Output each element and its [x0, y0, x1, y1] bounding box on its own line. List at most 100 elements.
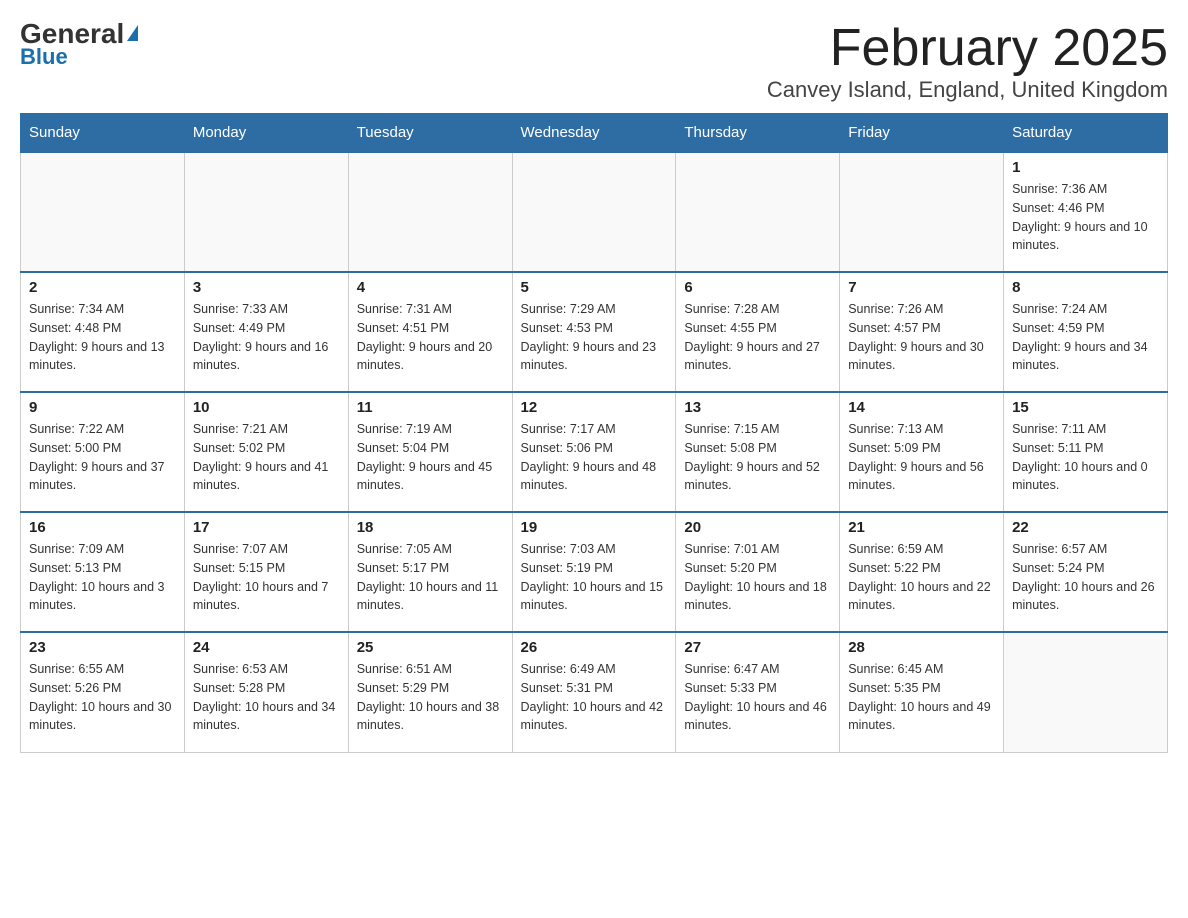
- calendar-cell: 16 Sunrise: 7:09 AMSunset: 5:13 PMDayligh…: [21, 512, 185, 632]
- day-number: 15: [1012, 399, 1159, 416]
- day-info: Sunrise: 7:26 AMSunset: 4:57 PMDaylight:…: [848, 300, 995, 375]
- title-area: February 2025 Canvey Island, England, Un…: [767, 20, 1168, 103]
- calendar-cell: 5 Sunrise: 7:29 AMSunset: 4:53 PMDaylight…: [512, 272, 676, 392]
- day-info: Sunrise: 7:17 AMSunset: 5:06 PMDaylight:…: [521, 420, 668, 495]
- day-info: Sunrise: 7:28 AMSunset: 4:55 PMDaylight:…: [684, 300, 831, 375]
- day-info: Sunrise: 7:34 AMSunset: 4:48 PMDaylight:…: [29, 300, 176, 375]
- calendar-cell: 12 Sunrise: 7:17 AMSunset: 5:06 PMDayligh…: [512, 392, 676, 512]
- calendar-cell: 2 Sunrise: 7:34 AMSunset: 4:48 PMDaylight…: [21, 272, 185, 392]
- calendar-cell: [184, 152, 348, 272]
- day-number: 27: [684, 639, 831, 656]
- calendar-cell: [676, 152, 840, 272]
- calendar-week-2: 2 Sunrise: 7:34 AMSunset: 4:48 PMDaylight…: [21, 272, 1168, 392]
- calendar-cell: [21, 152, 185, 272]
- location-title: Canvey Island, England, United Kingdom: [767, 77, 1168, 103]
- calendar-cell: 27 Sunrise: 6:47 AMSunset: 5:33 PMDayligh…: [676, 632, 840, 752]
- weekday-header-sunday: Sunday: [21, 114, 185, 153]
- day-number: 1: [1012, 159, 1159, 176]
- day-info: Sunrise: 7:19 AMSunset: 5:04 PMDaylight:…: [357, 420, 504, 495]
- day-number: 14: [848, 399, 995, 416]
- calendar-cell: 7 Sunrise: 7:26 AMSunset: 4:57 PMDaylight…: [840, 272, 1004, 392]
- month-title: February 2025: [767, 20, 1168, 77]
- calendar-cell: 20 Sunrise: 7:01 AMSunset: 5:20 PMDayligh…: [676, 512, 840, 632]
- day-number: 26: [521, 639, 668, 656]
- day-info: Sunrise: 7:13 AMSunset: 5:09 PMDaylight:…: [848, 420, 995, 495]
- day-info: Sunrise: 6:47 AMSunset: 5:33 PMDaylight:…: [684, 660, 831, 735]
- day-number: 9: [29, 399, 176, 416]
- calendar-cell: 24 Sunrise: 6:53 AMSunset: 5:28 PMDayligh…: [184, 632, 348, 752]
- day-number: 2: [29, 279, 176, 296]
- day-number: 3: [193, 279, 340, 296]
- day-info: Sunrise: 6:51 AMSunset: 5:29 PMDaylight:…: [357, 660, 504, 735]
- page-header: General Blue February 2025 Canvey Island…: [20, 20, 1168, 103]
- day-info: Sunrise: 6:55 AMSunset: 5:26 PMDaylight:…: [29, 660, 176, 735]
- day-info: Sunrise: 6:57 AMSunset: 5:24 PMDaylight:…: [1012, 540, 1159, 615]
- weekday-header-friday: Friday: [840, 114, 1004, 153]
- calendar-cell: 17 Sunrise: 7:07 AMSunset: 5:15 PMDayligh…: [184, 512, 348, 632]
- day-number: 10: [193, 399, 340, 416]
- day-info: Sunrise: 6:49 AMSunset: 5:31 PMDaylight:…: [521, 660, 668, 735]
- day-number: 5: [521, 279, 668, 296]
- calendar-cell: 23 Sunrise: 6:55 AMSunset: 5:26 PMDayligh…: [21, 632, 185, 752]
- weekday-header-wednesday: Wednesday: [512, 114, 676, 153]
- day-number: 23: [29, 639, 176, 656]
- calendar-cell: 14 Sunrise: 7:13 AMSunset: 5:09 PMDayligh…: [840, 392, 1004, 512]
- calendar-cell: 15 Sunrise: 7:11 AMSunset: 5:11 PMDayligh…: [1004, 392, 1168, 512]
- day-number: 21: [848, 519, 995, 536]
- day-number: 24: [193, 639, 340, 656]
- calendar-cell: 4 Sunrise: 7:31 AMSunset: 4:51 PMDaylight…: [348, 272, 512, 392]
- calendar-cell: 22 Sunrise: 6:57 AMSunset: 5:24 PMDayligh…: [1004, 512, 1168, 632]
- day-number: 4: [357, 279, 504, 296]
- weekday-header-tuesday: Tuesday: [348, 114, 512, 153]
- calendar-cell: [512, 152, 676, 272]
- calendar-cell: [1004, 632, 1168, 752]
- day-info: Sunrise: 6:53 AMSunset: 5:28 PMDaylight:…: [193, 660, 340, 735]
- day-number: 16: [29, 519, 176, 536]
- weekday-header-monday: Monday: [184, 114, 348, 153]
- calendar-cell: 3 Sunrise: 7:33 AMSunset: 4:49 PMDaylight…: [184, 272, 348, 392]
- day-number: 12: [521, 399, 668, 416]
- calendar-cell: 19Sunrise: 7:03 AMSunset: 5:19 PMDayligh…: [512, 512, 676, 632]
- day-number: 22: [1012, 519, 1159, 536]
- day-number: 13: [684, 399, 831, 416]
- day-info: Sunrise: 7:29 AMSunset: 4:53 PMDaylight:…: [521, 300, 668, 375]
- calendar-cell: [348, 152, 512, 272]
- calendar-cell: 21 Sunrise: 6:59 AMSunset: 5:22 PMDayligh…: [840, 512, 1004, 632]
- calendar-cell: 1 Sunrise: 7:36 AMSunset: 4:46 PMDaylight…: [1004, 152, 1168, 272]
- calendar-cell: 13 Sunrise: 7:15 AMSunset: 5:08 PMDayligh…: [676, 392, 840, 512]
- calendar-cell: 9 Sunrise: 7:22 AMSunset: 5:00 PMDaylight…: [21, 392, 185, 512]
- weekday-header-thursday: Thursday: [676, 114, 840, 153]
- day-number: 8: [1012, 279, 1159, 296]
- calendar-cell: 26 Sunrise: 6:49 AMSunset: 5:31 PMDayligh…: [512, 632, 676, 752]
- day-info: Sunrise: 7:07 AMSunset: 5:15 PMDaylight:…: [193, 540, 340, 615]
- day-number: 20: [684, 519, 831, 536]
- calendar-cell: 6Sunrise: 7:28 AMSunset: 4:55 PMDaylight…: [676, 272, 840, 392]
- calendar-cell: 18 Sunrise: 7:05 AMSunset: 5:17 PMDayligh…: [348, 512, 512, 632]
- calendar-cell: 28Sunrise: 6:45 AMSunset: 5:35 PMDayligh…: [840, 632, 1004, 752]
- day-number: 17: [193, 519, 340, 536]
- day-info: Sunrise: 7:11 AMSunset: 5:11 PMDaylight:…: [1012, 420, 1159, 495]
- day-info: Sunrise: 7:24 AMSunset: 4:59 PMDaylight:…: [1012, 300, 1159, 375]
- day-number: 7: [848, 279, 995, 296]
- calendar-table: SundayMondayTuesdayWednesdayThursdayFrid…: [20, 113, 1168, 753]
- day-number: 19: [521, 519, 668, 536]
- day-info: Sunrise: 7:05 AMSunset: 5:17 PMDaylight:…: [357, 540, 504, 615]
- day-info: Sunrise: 7:36 AMSunset: 4:46 PMDaylight:…: [1012, 180, 1159, 255]
- calendar-cell: 25 Sunrise: 6:51 AMSunset: 5:29 PMDayligh…: [348, 632, 512, 752]
- day-number: 18: [357, 519, 504, 536]
- day-info: Sunrise: 7:15 AMSunset: 5:08 PMDaylight:…: [684, 420, 831, 495]
- day-info: Sunrise: 7:31 AMSunset: 4:51 PMDaylight:…: [357, 300, 504, 375]
- weekday-header-saturday: Saturday: [1004, 114, 1168, 153]
- day-info: Sunrise: 7:09 AMSunset: 5:13 PMDaylight:…: [29, 540, 176, 615]
- calendar-cell: 8 Sunrise: 7:24 AMSunset: 4:59 PMDaylight…: [1004, 272, 1168, 392]
- calendar-week-5: 23 Sunrise: 6:55 AMSunset: 5:26 PMDayligh…: [21, 632, 1168, 752]
- day-info: Sunrise: 7:01 AMSunset: 5:20 PMDaylight:…: [684, 540, 831, 615]
- day-info: Sunrise: 6:59 AMSunset: 5:22 PMDaylight:…: [848, 540, 995, 615]
- day-number: 25: [357, 639, 504, 656]
- calendar-cell: [840, 152, 1004, 272]
- calendar-cell: 11Sunrise: 7:19 AMSunset: 5:04 PMDayligh…: [348, 392, 512, 512]
- day-info: Sunrise: 7:22 AMSunset: 5:00 PMDaylight:…: [29, 420, 176, 495]
- day-number: 28: [848, 639, 995, 656]
- logo: General Blue: [20, 20, 138, 70]
- day-info: Sunrise: 7:33 AMSunset: 4:49 PMDaylight:…: [193, 300, 340, 375]
